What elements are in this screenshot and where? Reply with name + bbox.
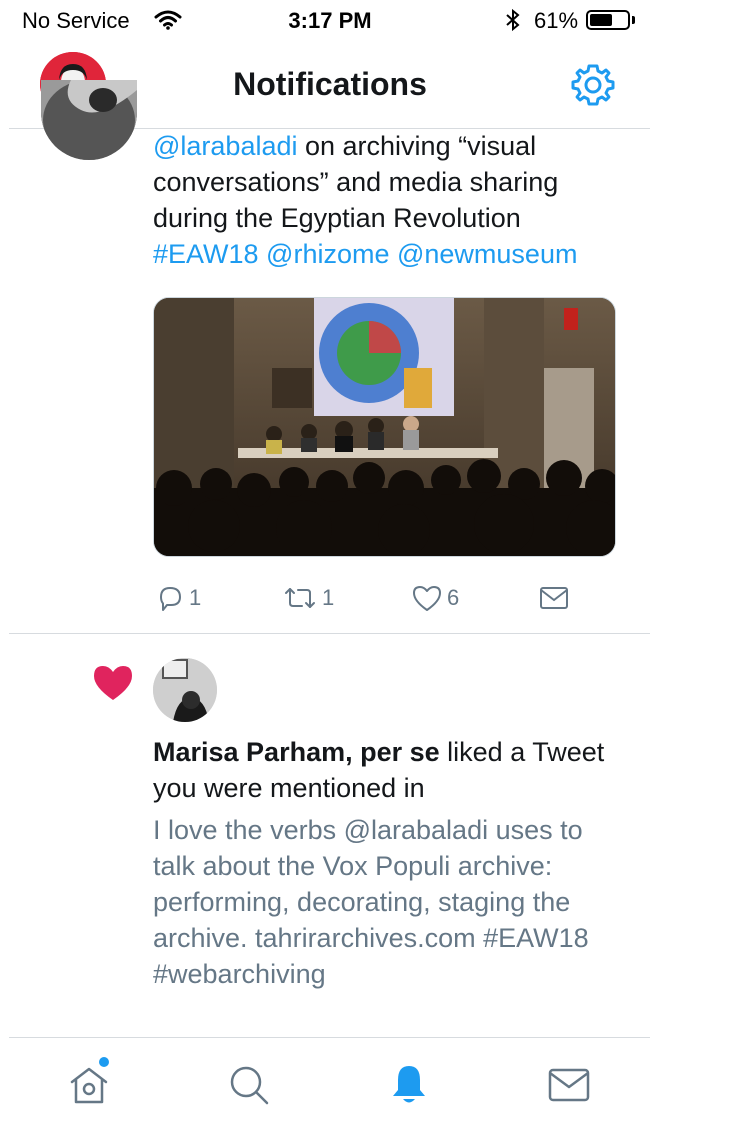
notifications-icon[interactable] (386, 1062, 432, 1108)
retweet-button[interactable]: 1 (282, 583, 334, 613)
share-button[interactable] (538, 583, 570, 613)
heart-icon (94, 666, 132, 700)
retweet-count: 1 (322, 585, 335, 610)
author-photo-icon (41, 80, 137, 160)
notification-title: Marisa Parham, per se liked a Tweet you … (153, 734, 623, 806)
battery-tip (632, 16, 635, 24)
tweet-hashtags[interactable]: #EAW18 @rhizome @newmuseum (153, 239, 577, 269)
tweet-actions: 1 1 6 (0, 583, 660, 613)
battery-fill (590, 14, 612, 26)
tweet-text: @larabaladi on archiving “visual convers… (153, 128, 623, 272)
battery-icon (586, 10, 630, 30)
search-icon[interactable] (226, 1062, 272, 1108)
battery-percent: 61% (534, 8, 579, 33)
messages-icon[interactable] (546, 1062, 592, 1108)
tweet-mention[interactable]: @larabaladi (153, 131, 298, 161)
gear-icon[interactable] (570, 62, 616, 108)
envelope-icon (540, 587, 568, 609)
tweet-photo[interactable] (153, 297, 616, 557)
liked-tweet-text[interactable]: I love the verbs @larabaladi uses to tal… (153, 812, 623, 992)
like-count: 6 (447, 585, 460, 610)
liker-name[interactable]: Marisa Parham, per se (153, 737, 440, 767)
unread-dot (99, 1057, 109, 1067)
liker-avatar[interactable] (153, 658, 217, 722)
tweet-divider (9, 633, 650, 634)
reply-icon (160, 587, 181, 611)
home-icon[interactable] (66, 1062, 112, 1108)
reply-count: 1 (189, 585, 202, 610)
reply-button[interactable]: 1 (155, 583, 201, 613)
status-bar: No Service 3:17 PM 61% (0, 0, 739, 42)
tweet-author-avatar[interactable] (41, 80, 137, 160)
liker-photo-icon (153, 658, 217, 722)
heart-outline-icon (413, 586, 441, 611)
bluetooth-icon (506, 8, 520, 32)
like-button[interactable]: 6 (411, 583, 459, 613)
notification-divider (9, 1037, 650, 1038)
photo-of-panel-on-stage (154, 298, 615, 556)
retweet-icon (285, 588, 315, 608)
